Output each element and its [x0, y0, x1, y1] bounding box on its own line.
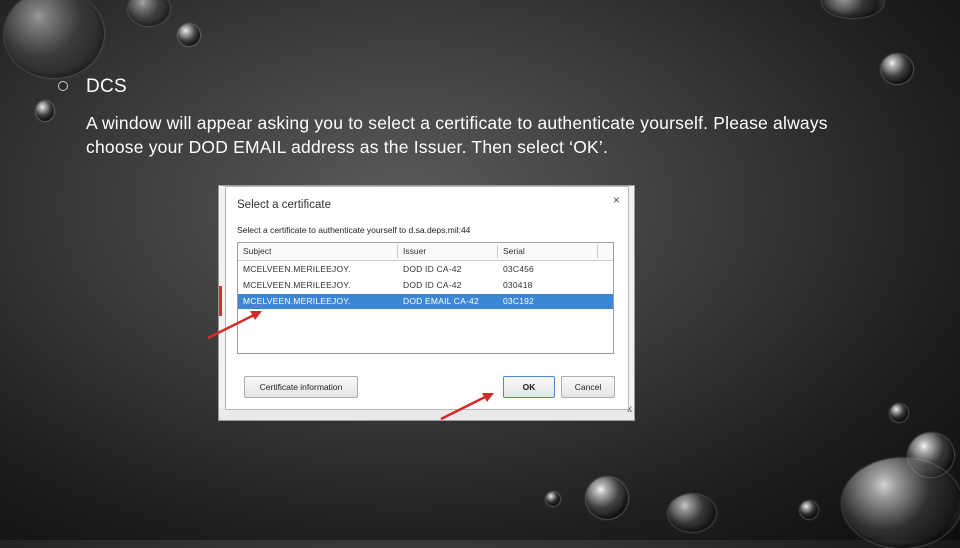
ok-button[interactable]: OK	[503, 376, 555, 398]
red-annotation-mark	[219, 286, 222, 316]
water-drop-decoration	[822, 0, 884, 18]
cell-serial: 03C456	[503, 264, 534, 274]
column-divider	[597, 245, 598, 258]
bullet-marker	[58, 81, 68, 91]
water-drop-decoration	[178, 24, 200, 46]
cell-subject: MCELVEEN.MERILEEJOY.	[243, 264, 351, 274]
water-drop-decoration	[668, 494, 716, 532]
cell-issuer: DOD EMAIL CA-42	[403, 296, 479, 306]
water-drop-decoration	[586, 477, 628, 519]
water-drop-decoration	[4, 0, 104, 78]
column-header-subject[interactable]: Subject	[243, 246, 271, 256]
water-drop-decoration	[546, 492, 560, 506]
water-drop-decoration	[890, 404, 908, 422]
cell-issuer: DOD ID CA-42	[403, 264, 462, 274]
water-drop-decoration	[36, 101, 54, 121]
certificate-row[interactable]: MCELVEEN.MERILEEJOY. DOD ID CA-42 03C456	[238, 262, 613, 277]
slide-body-text: A window will appear asking you to selec…	[86, 113, 828, 157]
slide-heading: DCS	[86, 76, 128, 97]
column-divider	[397, 245, 398, 258]
certificate-row[interactable]: MCELVEEN.MERILEEJOY. DOD ID CA-42 030418	[238, 278, 613, 293]
cell-serial: 030418	[503, 280, 533, 290]
dialog-title: Select a certificate	[237, 199, 331, 211]
cell-subject: MCELVEEN.MERILEEJOY.	[243, 296, 351, 306]
water-drop-decoration	[800, 501, 818, 519]
column-divider	[497, 245, 498, 258]
cell-subject: MCELVEEN.MERILEEJOY.	[243, 280, 351, 290]
cancel-button[interactable]: Cancel	[561, 376, 615, 398]
cell-serial: 03C192	[503, 296, 534, 306]
certificate-list[interactable]: Subject Issuer Serial MCELVEEN.MERILEEJO…	[237, 242, 614, 354]
certificate-row-selected[interactable]: MCELVEEN.MERILEEJOY. DOD EMAIL CA-42 03C…	[238, 294, 613, 309]
column-header-issuer[interactable]: Issuer	[403, 246, 426, 256]
certificate-dialog-screenshot: k Select a certificate × Select a certif…	[218, 185, 635, 421]
select-certificate-dialog: Select a certificate × Select a certific…	[225, 186, 629, 410]
water-drop-decoration	[842, 458, 960, 548]
cell-issuer: DOD ID CA-42	[403, 280, 462, 290]
dialog-prompt: Select a certificate to authenticate you…	[237, 225, 471, 235]
water-drop-decoration	[881, 54, 913, 84]
certificate-list-header: Subject Issuer Serial	[238, 243, 613, 261]
certificate-information-button[interactable]: Certificate information	[244, 376, 358, 398]
column-header-serial[interactable]: Serial	[503, 246, 525, 256]
close-icon[interactable]: ×	[613, 193, 620, 207]
water-drop-decoration	[128, 0, 170, 26]
